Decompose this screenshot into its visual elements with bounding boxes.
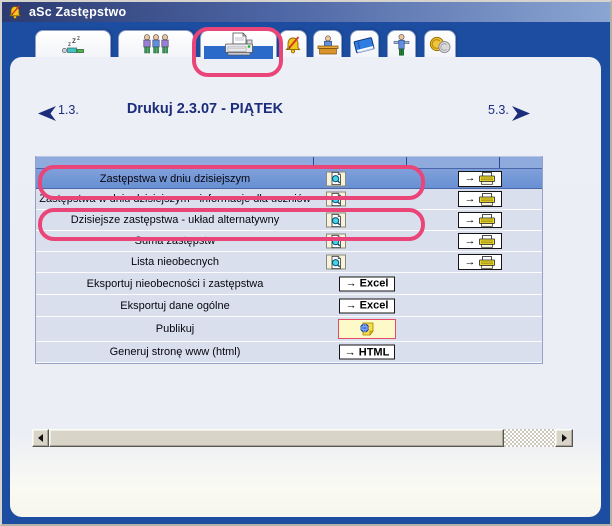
table-row[interactable]: Zastępstwa w dniu dzisiejszym - informac… bbox=[36, 189, 542, 210]
scroll-right-arrow-icon bbox=[562, 434, 567, 442]
row-label: Eksportuj nieobecności i zastępstwa bbox=[36, 273, 314, 294]
row-label: Zastępstwa w dniu dzisiejszym - informac… bbox=[36, 189, 314, 209]
tab-coins[interactable] bbox=[424, 30, 456, 59]
scrollbar-thumb[interactable] bbox=[49, 429, 504, 447]
scrollbar-left-button[interactable] bbox=[32, 429, 49, 447]
next-page-arrow-icon[interactable] bbox=[512, 106, 530, 121]
arrow-glyph: → bbox=[465, 173, 476, 184]
print-button[interactable]: → bbox=[458, 233, 502, 249]
tab-people[interactable] bbox=[118, 30, 194, 59]
tab-bar: zzz bbox=[2, 30, 610, 59]
svg-text:z: z bbox=[72, 36, 76, 45]
table-row[interactable]: Eksportuj nieobecności i zastępstwa → Exc… bbox=[36, 273, 542, 295]
preview-button[interactable] bbox=[326, 255, 346, 270]
row-label: Lista nieobecnych bbox=[36, 252, 314, 272]
table-row[interactable]: Zastępstwa w dniu dzisiejszym → bbox=[36, 168, 542, 189]
header-cell bbox=[407, 157, 500, 168]
print-button[interactable]: → bbox=[458, 191, 502, 207]
book-icon bbox=[352, 35, 377, 56]
preview-button[interactable] bbox=[326, 171, 346, 186]
svg-text:z: z bbox=[77, 36, 80, 42]
page-title: Drukuj 2.3.07 - PIĄTEK bbox=[105, 101, 305, 117]
row-label: Eksportuj dane ogólne bbox=[36, 295, 314, 316]
preview-button[interactable] bbox=[326, 234, 346, 249]
titlebar[interactable]: aSc Zastępstwo bbox=[2, 2, 610, 22]
printer-small-icon bbox=[478, 256, 496, 269]
document-magnifier-icon bbox=[329, 172, 343, 186]
document-magnifier-icon bbox=[329, 255, 343, 269]
table-header bbox=[36, 156, 542, 168]
publish-button[interactable] bbox=[338, 319, 396, 339]
app-bell-icon bbox=[7, 5, 23, 20]
table-row[interactable]: Eksportuj dane ogólne → Excel bbox=[36, 295, 542, 317]
document-magnifier-icon bbox=[329, 192, 343, 206]
scrollbar-right-button[interactable] bbox=[555, 429, 573, 447]
header-cell bbox=[500, 157, 542, 168]
tab-sleep[interactable]: zzz bbox=[35, 30, 111, 59]
publish-page-icon bbox=[359, 322, 375, 336]
excel-export-button[interactable]: → Excel bbox=[339, 298, 395, 313]
printer-small-icon bbox=[478, 172, 496, 185]
table-row[interactable]: Suma zastępstw → bbox=[36, 231, 542, 252]
preview-button[interactable] bbox=[326, 213, 346, 228]
standing-person-icon bbox=[393, 34, 410, 56]
tab-print[interactable] bbox=[200, 30, 277, 59]
arrow-glyph: → bbox=[465, 236, 476, 247]
header-cell bbox=[314, 157, 407, 168]
tab-bell[interactable] bbox=[279, 30, 307, 59]
table-row[interactable]: Publikuj bbox=[36, 317, 542, 342]
sleeping-icon: zzz bbox=[60, 35, 86, 55]
horizontal-scrollbar[interactable] bbox=[32, 429, 573, 447]
content-panel: 1.3. Drukuj 2.3.07 - PIĄTEK 5.3. Zastęps… bbox=[10, 57, 601, 517]
next-page-label: 5.3. bbox=[488, 103, 509, 117]
desk-icon bbox=[316, 35, 340, 55]
arrow-glyph: → bbox=[465, 215, 476, 226]
row-label: Suma zastępstw bbox=[36, 231, 314, 251]
app-window: aSc Zastępstwo zzz 1.3. Drukuj 2.3.07 - … bbox=[0, 0, 612, 526]
printer-icon bbox=[223, 32, 255, 58]
arrow-glyph: → bbox=[465, 257, 476, 268]
print-button[interactable]: → bbox=[458, 212, 502, 228]
svg-text:z: z bbox=[68, 42, 71, 48]
bell-pencil-icon bbox=[283, 36, 303, 55]
tab-desk[interactable] bbox=[313, 30, 342, 59]
row-label: Dzisiejsze zastępstwa - układ alternatyw… bbox=[36, 210, 314, 230]
excel-export-button[interactable]: → Excel bbox=[339, 276, 395, 291]
arrow-glyph: → bbox=[465, 194, 476, 205]
prev-page-label: 1.3. bbox=[58, 103, 79, 117]
row-label: Generuj stronę www (html) bbox=[36, 342, 314, 362]
coins-icon bbox=[429, 36, 452, 55]
tab-book[interactable] bbox=[350, 30, 379, 59]
print-button[interactable]: → bbox=[458, 254, 502, 270]
document-magnifier-icon bbox=[329, 213, 343, 227]
printer-small-icon bbox=[478, 235, 496, 248]
prev-page-arrow-icon[interactable] bbox=[38, 106, 56, 121]
table-body: Zastępstwa w dniu dzisiejszym→Zastępstwa… bbox=[36, 168, 542, 363]
table-row[interactable]: Lista nieobecnych → bbox=[36, 252, 542, 273]
row-label: Publikuj bbox=[36, 317, 314, 341]
print-options-table: Zastępstwa w dniu dzisiejszym→Zastępstwa… bbox=[35, 156, 543, 364]
scroll-left-arrow-icon bbox=[38, 434, 43, 442]
header-cell bbox=[36, 157, 314, 168]
table-row[interactable]: Generuj stronę www (html) → HTML bbox=[36, 342, 542, 363]
preview-button[interactable] bbox=[326, 192, 346, 207]
table-row[interactable]: Dzisiejsze zastępstwa - układ alternatyw… bbox=[36, 210, 542, 231]
html-export-button[interactable]: → HTML bbox=[339, 345, 395, 360]
people-icon bbox=[142, 34, 170, 56]
document-magnifier-icon bbox=[329, 234, 343, 248]
printer-small-icon bbox=[478, 214, 496, 227]
print-button[interactable]: → bbox=[458, 171, 502, 187]
tab-person[interactable] bbox=[387, 30, 416, 59]
row-label: Zastępstwa w dniu dzisiejszym bbox=[36, 169, 314, 188]
printer-small-icon bbox=[478, 193, 496, 206]
window-title: aSc Zastępstwo bbox=[29, 5, 126, 19]
